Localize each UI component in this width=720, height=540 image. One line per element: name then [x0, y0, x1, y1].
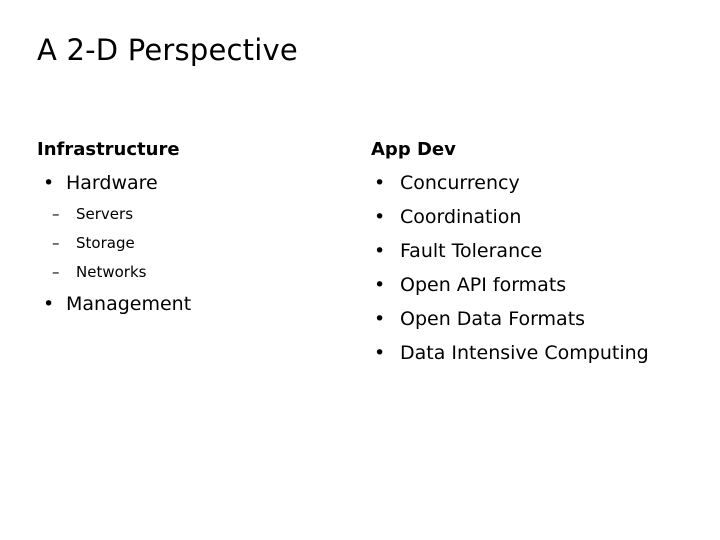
list-item-label: Coordination [400, 206, 522, 228]
column-infrastructure: Infrastructure • Hardware – Servers – St… [37, 138, 337, 321]
sub-list-item: – Servers [37, 200, 337, 229]
list-item: • Concurrency [371, 166, 701, 200]
sub-list-item-label: Storage [76, 234, 135, 252]
column-heading: Infrastructure [37, 139, 180, 160]
list-item-label: Concurrency [400, 172, 520, 194]
list-item-label: Fault Tolerance [400, 240, 543, 262]
column-heading: App Dev [371, 139, 456, 160]
list-item: • Hardware [37, 166, 337, 200]
bullet-icon: • [374, 308, 386, 330]
bullet-icon: • [374, 240, 386, 262]
list-item: • Coordination [371, 200, 701, 234]
bullet-list: • Hardware [37, 166, 337, 200]
page-title: A 2-D Perspective [37, 33, 298, 67]
list-item-label: Open Data Formats [400, 308, 586, 330]
dash-icon: – [52, 234, 60, 252]
bullet-icon: • [374, 206, 386, 228]
list-item-label: Hardware [66, 172, 158, 194]
bullet-icon: • [43, 293, 55, 315]
list-item-label: Data Intensive Computing [400, 342, 649, 364]
list-item: • Open Data Formats [371, 302, 701, 336]
bullet-icon: • [374, 172, 386, 194]
list-item: • Data Intensive Computing [371, 336, 701, 370]
bullet-icon: • [374, 274, 386, 296]
list-item: • Open API formats [371, 268, 701, 302]
bullet-list: • Concurrency • Coordination • Fault Tol… [371, 166, 701, 370]
list-item: • Fault Tolerance [371, 234, 701, 268]
sub-list-item-label: Networks [76, 263, 147, 281]
bullet-icon: • [43, 172, 55, 194]
list-item: • Management [37, 287, 337, 321]
list-item-label: Management [66, 293, 192, 315]
sub-list-item: – Networks [37, 258, 337, 287]
column-app-dev: App Dev • Concurrency • Coordination • F… [371, 138, 701, 370]
bullet-list: • Management [37, 287, 337, 321]
sub-list-item-label: Servers [76, 205, 134, 223]
bullet-icon: • [374, 342, 386, 364]
sub-list-item: – Storage [37, 229, 337, 258]
dash-icon: – [52, 205, 60, 223]
dash-icon: – [52, 263, 60, 281]
list-item-label: Open API formats [400, 274, 567, 296]
slide-canvas: A 2-D Perspective Infrastructure • Hardw… [0, 0, 720, 540]
sub-bullet-list: – Servers – Storage – Networks [37, 200, 337, 287]
